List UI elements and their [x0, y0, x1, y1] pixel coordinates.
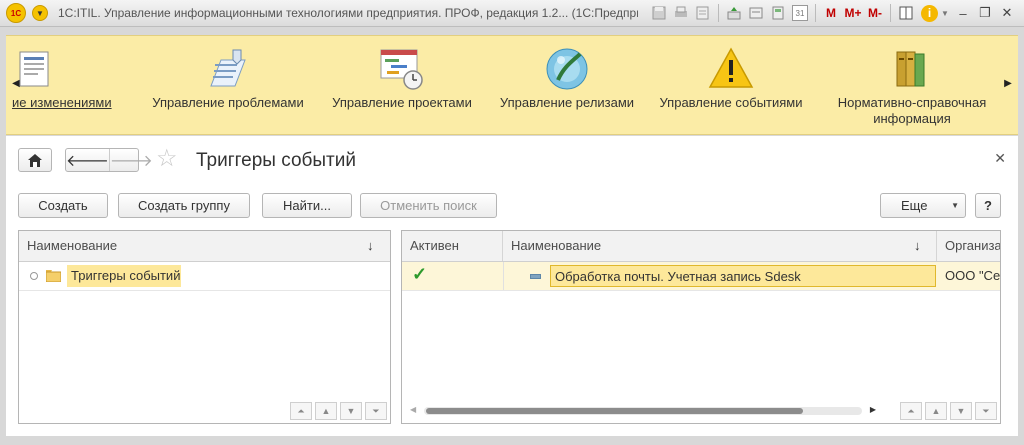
scroll-up-icon[interactable]: ▲ — [925, 402, 947, 420]
folder-icon — [46, 270, 61, 282]
page-title: Триггеры событий — [196, 150, 356, 171]
section-label-line1: Нормативно-справочная — [837, 95, 987, 110]
minimize-button[interactable]: – — [952, 3, 974, 23]
chevron-down-icon[interactable]: ▼ — [938, 3, 952, 23]
scroll-thumb[interactable] — [426, 408, 803, 414]
save-icon[interactable] — [648, 3, 670, 23]
problem-management-icon — [210, 49, 246, 87]
more-button[interactable]: Еще ▼ — [880, 193, 966, 218]
navigation-arrows: 🡐 🡒 — [65, 148, 153, 172]
column-header-active[interactable]: Активен — [402, 231, 503, 261]
calculator-icon[interactable] — [767, 3, 789, 23]
sections-panel: ◀ ие изменениями Управление проблемами У… — [6, 35, 1018, 135]
upload-icon[interactable] — [723, 3, 745, 23]
panel-layout-icon[interactable] — [895, 3, 917, 23]
scroll-right-small-icon[interactable]: ▶ — [870, 405, 876, 414]
info-icon[interactable]: i — [921, 4, 938, 22]
tree-node-icon — [30, 272, 38, 280]
close-form-icon[interactable]: ✕ — [994, 150, 1006, 167]
dropdown-caret-icon: ▼ — [951, 201, 959, 210]
section-change-management[interactable]: ие изменениями — [12, 36, 130, 134]
print-icon[interactable] — [670, 3, 692, 23]
section-label: Управление проектами — [332, 95, 472, 110]
scroll-left-small-icon[interactable]: ◀ — [410, 405, 416, 414]
tree-row[interactable]: Триггеры событий — [19, 262, 390, 291]
scroll-down-icon[interactable]: ▼ — [950, 402, 972, 420]
memory-minus-button[interactable]: M- — [864, 3, 886, 23]
checkmark-icon: ✓ — [412, 264, 428, 284]
app-logo-text: 1С — [10, 8, 22, 18]
grid-header: Активен Наименование ↓ Организа — [402, 231, 1000, 262]
home-icon — [28, 153, 42, 167]
window-title: 1С:ITIL. Управление информационными техн… — [58, 6, 638, 20]
form-event-triggers: 🡐 🡒 ☆ Триггеры событий ✕ Создать Создать… — [6, 136, 1018, 436]
main-menu-button[interactable]: ▼ — [32, 5, 48, 21]
column-header-name[interactable]: Наименование — [503, 231, 937, 261]
window-titlebar: 1С ▼ 1С:ITIL. Управление информационными… — [0, 0, 1024, 27]
item-state-icon — [530, 274, 541, 279]
section-event-management[interactable]: Управление событиями — [656, 36, 806, 134]
scroll-up-icon[interactable]: ▲ — [315, 402, 337, 420]
table-row[interactable]: ✓ Обработка почты. Учетная запись Sdesk … — [402, 262, 1000, 291]
app-logo: 1С — [6, 3, 26, 23]
back-arrow-icon[interactable]: 🡐 — [66, 149, 110, 171]
home-button[interactable] — [18, 148, 52, 172]
scroll-top-icon[interactable]: ⏶ — [290, 402, 312, 420]
memory-button[interactable]: M — [820, 3, 842, 23]
document-icon[interactable] — [745, 3, 767, 23]
more-label: Еще — [901, 198, 928, 213]
create-group-button[interactable]: Создать группу — [118, 193, 250, 218]
reference-books-icon — [896, 51, 925, 87]
tree-pager: ⏶ ▲ ▼ ⏷ — [287, 402, 387, 420]
scroll-right-icon[interactable]: ▶ — [1002, 76, 1014, 90]
scroll-bottom-icon[interactable]: ⏷ — [975, 402, 997, 420]
section-project-management[interactable]: Управление проектами — [326, 36, 478, 134]
close-window-button[interactable]: ✕ — [996, 3, 1018, 23]
sort-down-icon[interactable]: ↓ — [367, 231, 374, 261]
release-management-icon — [546, 48, 588, 90]
section-reference-info[interactable]: Нормативно-справочная информация — [822, 36, 1002, 134]
grid-header: Наименование ↓ — [19, 231, 390, 262]
find-button[interactable]: Найти... — [262, 193, 352, 218]
section-problem-management[interactable]: Управление проблемами — [146, 36, 310, 134]
groups-tree[interactable]: Наименование ↓ Триггеры событий ⏶ ▲ ▼ ⏷ — [18, 230, 391, 424]
row-organization-cell: ООО "Се — [945, 268, 1001, 283]
list-pager: ⏶ ▲ ▼ ⏷ — [897, 402, 997, 420]
row-name-cell[interactable]: Обработка почты. Учетная запись Sdesk — [550, 265, 936, 287]
sort-down-icon[interactable]: ↓ — [914, 231, 921, 261]
favorite-star-icon[interactable]: ☆ — [156, 146, 178, 172]
section-label: Управление событиями — [659, 95, 803, 110]
column-header-name[interactable]: Наименование — [19, 231, 391, 261]
calendar-icon[interactable]: 31 — [792, 5, 808, 21]
section-release-management[interactable]: Управление релизами — [494, 36, 640, 134]
section-label-line2: информация — [873, 111, 951, 126]
column-header-organization[interactable]: Организа — [937, 231, 1000, 261]
restore-button[interactable]: ❐ — [974, 3, 996, 23]
scroll-top-icon[interactable]: ⏶ — [900, 402, 922, 420]
forward-arrow-icon[interactable]: 🡒 — [110, 149, 153, 171]
triggers-list[interactable]: Активен Наименование ↓ Организа ✓ Обрабо… — [401, 230, 1001, 424]
horizontal-scrollbar[interactable]: ◀ ▶ — [410, 405, 876, 415]
section-label: ие изменениями — [12, 95, 112, 110]
preview-icon[interactable] — [692, 3, 714, 23]
help-button[interactable]: ? — [975, 193, 1001, 218]
tree-row-label: Триггеры событий — [67, 265, 181, 287]
section-label: Управление релизами — [499, 95, 635, 110]
scroll-down-icon[interactable]: ▼ — [340, 402, 362, 420]
change-management-icon — [19, 51, 49, 87]
create-button[interactable]: Создать — [18, 193, 108, 218]
warning-icon — [708, 47, 754, 88]
memory-plus-button[interactable]: M+ — [842, 3, 864, 23]
project-management-icon — [380, 49, 423, 90]
cancel-search-button[interactable]: Отменить поиск — [360, 193, 497, 218]
section-label: Управление проблемами — [152, 95, 304, 110]
scroll-bottom-icon[interactable]: ⏷ — [365, 402, 387, 420]
